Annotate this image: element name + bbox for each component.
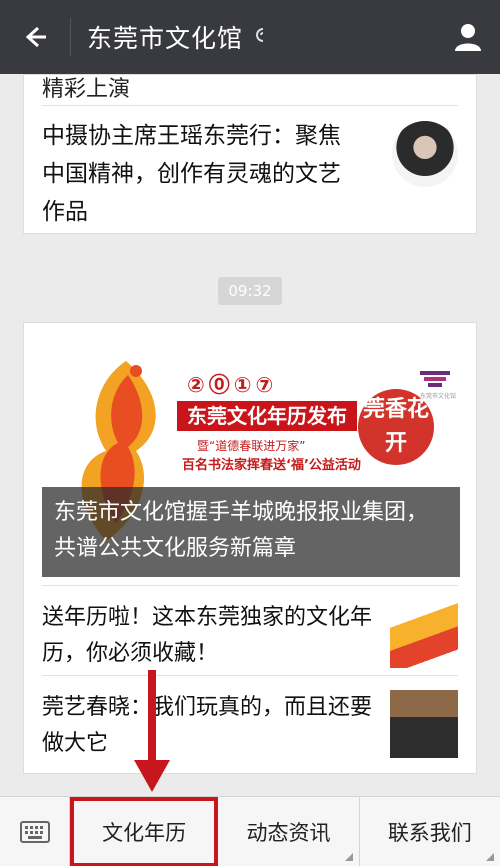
- list-item-title[interactable]: 送年历啦！这本东莞独家的文化年历，你必须收藏！: [42, 600, 382, 672]
- menu-label: 联系我们: [387, 821, 472, 845]
- keyboard-icon[interactable]: [0, 797, 70, 866]
- user-icon[interactable]: [450, 19, 486, 55]
- menu-news[interactable]: 动态资讯: [218, 797, 360, 866]
- page-title: 东莞市文化馆: [87, 24, 244, 53]
- banner-subtitle-2: 百名书法家挥春送‘福’公益活动: [182, 458, 361, 473]
- submenu-indicator-icon: [344, 853, 353, 861]
- header-divider: [70, 18, 71, 56]
- article-thumbnail[interactable]: [392, 121, 458, 187]
- performer-thumbnail[interactable]: [390, 690, 458, 758]
- article-title[interactable]: 中摄协主席王瑶东莞行：聚焦中国精神，创作有灵魂的文艺作品: [42, 117, 362, 231]
- featured-article-banner[interactable]: ②⓪①⑦ 东莞文化年历发布 暨“道德春联进万家” 百名书法家挥春送‘福’公益活动…: [42, 341, 460, 577]
- message-timestamp: 09:32: [218, 277, 282, 305]
- annotation-arrow-icon: [134, 670, 170, 792]
- sound-wave-icon: [253, 25, 273, 50]
- article-card[interactable]: 精彩上演 中摄协主席王瑶东莞行：聚焦中国精神，创作有灵魂的文艺作品: [23, 74, 477, 234]
- banner-year: ②⓪①⑦: [187, 373, 278, 397]
- calendar-thumbnail[interactable]: [390, 600, 458, 668]
- card-divider: [42, 105, 458, 106]
- menu-label: 动态资讯: [246, 821, 331, 845]
- menu-contact-us[interactable]: 联系我们: [360, 797, 500, 866]
- menu-label: 文化年历: [102, 821, 187, 845]
- banner-release-title: 东莞文化年历发布: [177, 401, 357, 431]
- list-item[interactable]: 送年历啦！这本东莞独家的文化年历，你必须收藏！: [42, 585, 458, 683]
- top-navigation-bar: 东莞市文化馆: [0, 0, 500, 74]
- list-item[interactable]: 莞艺春晓：我们玩真的，而且还要做大它: [42, 675, 458, 773]
- submenu-indicator-icon: [485, 853, 494, 861]
- featured-article-title[interactable]: 东莞市文化馆握手羊城晚报报业集团，共谱公共文化服务新篇章: [42, 487, 460, 577]
- list-item-title[interactable]: 莞艺春晓：我们玩真的，而且还要做大它: [42, 690, 382, 762]
- menu-culture-calendar[interactable]: 文化年历: [70, 797, 219, 866]
- museum-logo-text: 东莞市文化馆: [419, 393, 456, 400]
- banner-subtitle: 暨“道德春联进万家”: [197, 439, 306, 453]
- museum-logo-icon: [420, 371, 450, 387]
- banner-badge: 莞香花开: [358, 389, 434, 465]
- previous-article-title[interactable]: 精彩上演: [42, 71, 130, 103]
- article-card-group: ②⓪①⑦ 东莞文化年历发布 暨“道德春联进万家” 百名书法家挥春送‘福’公益活动…: [23, 322, 477, 774]
- bottom-menu-bar: 文化年历 动态资讯 联系我们: [0, 796, 500, 866]
- back-arrow-icon[interactable]: [0, 0, 70, 74]
